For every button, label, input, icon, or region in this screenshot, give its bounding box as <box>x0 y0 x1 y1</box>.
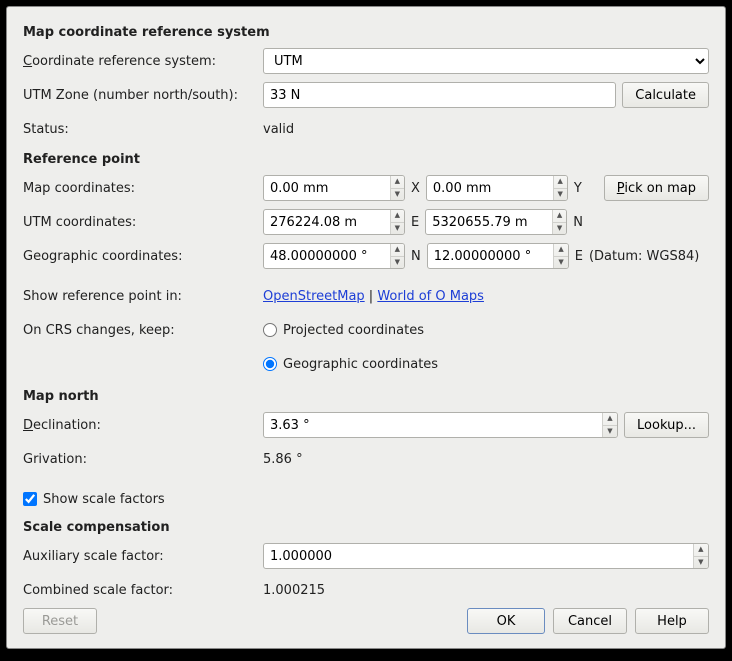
y-suffix: Y <box>574 181 582 196</box>
spin-up-icon[interactable]: ▲ <box>553 210 566 223</box>
declination-input[interactable]: ▲▼ <box>263 412 618 438</box>
radio-geographic-label: Geographic coordinates <box>283 357 438 372</box>
map-coords-label: Map coordinates: <box>23 181 263 196</box>
radio-projected[interactable] <box>263 323 277 337</box>
radio-geographic[interactable] <box>263 357 277 371</box>
link-openstreetmap[interactable]: OpenStreetMap <box>263 289 365 304</box>
geo-lat-input[interactable]: ▲▼ <box>263 243 405 269</box>
utm-n-input[interactable]: ▲▼ <box>425 209 567 235</box>
n-suffix: N <box>573 215 583 230</box>
dialog-button-bar: Reset OK Cancel Help <box>23 608 709 634</box>
show-ref-label: Show reference point in: <box>23 289 263 304</box>
grivation-label: Grivation: <box>23 452 263 467</box>
show-scale-label: Show scale factors <box>43 492 165 507</box>
link-separator: | <box>365 289 378 304</box>
utm-zone-input[interactable] <box>263 82 616 108</box>
ok-button[interactable]: OK <box>467 608 545 634</box>
spin-down-icon[interactable]: ▼ <box>603 426 617 438</box>
combined-scale-label: Combined scale factor: <box>23 583 263 598</box>
status-label: Status: <box>23 122 263 137</box>
utm-zone-label: UTM Zone (number north/south): <box>23 88 263 103</box>
spin-up-icon[interactable]: ▲ <box>603 413 617 426</box>
spin-down-icon[interactable]: ▼ <box>553 223 566 235</box>
reset-button[interactable]: Reset <box>23 608 97 634</box>
e-suffix: E <box>575 249 583 264</box>
utm-coords-label: UTM coordinates: <box>23 215 263 230</box>
show-scale-checkbox[interactable] <box>23 492 37 506</box>
crs-label: Coordinate reference system: <box>23 54 263 69</box>
x-suffix: X <box>411 181 420 196</box>
lookup-button[interactable]: Lookup... <box>624 412 709 438</box>
spin-down-icon[interactable]: ▼ <box>391 189 404 201</box>
spin-up-icon[interactable]: ▲ <box>554 176 567 189</box>
georeferencing-dialog: Map coordinate reference system Coordina… <box>6 6 726 649</box>
aux-scale-input[interactable]: ▲▼ <box>263 543 709 569</box>
spin-up-icon[interactable]: ▲ <box>694 544 708 557</box>
utm-e-input[interactable]: ▲▼ <box>263 209 405 235</box>
calculate-button[interactable]: Calculate <box>622 82 709 108</box>
link-world-of-o[interactable]: World of O Maps <box>377 289 484 304</box>
spin-down-icon[interactable]: ▼ <box>554 189 567 201</box>
spin-up-icon[interactable]: ▲ <box>554 244 567 257</box>
map-x-input[interactable]: ▲▼ <box>263 175 405 201</box>
map-y-input[interactable]: ▲▼ <box>426 175 568 201</box>
radio-projected-label: Projected coordinates <box>283 323 424 338</box>
section-title-scale: Scale compensation <box>23 520 709 535</box>
e-suffix: E <box>411 215 419 230</box>
crs-select[interactable]: UTM <box>263 48 709 74</box>
section-title-north: Map north <box>23 389 709 404</box>
cancel-button[interactable]: Cancel <box>553 608 627 634</box>
spin-down-icon[interactable]: ▼ <box>391 257 404 269</box>
status-value: valid <box>263 119 709 140</box>
declination-label: Declination: <box>23 418 263 433</box>
spin-up-icon[interactable]: ▲ <box>391 244 404 257</box>
n-suffix: N <box>411 249 421 264</box>
spin-down-icon[interactable]: ▼ <box>391 223 404 235</box>
pick-on-map-button[interactable]: Pick on map <box>604 175 709 201</box>
keep-label: On CRS changes, keep: <box>23 323 263 338</box>
grivation-value: 5.86 ° <box>263 449 709 470</box>
combined-scale-value: 1.000215 <box>263 580 709 601</box>
spin-down-icon[interactable]: ▼ <box>554 257 567 269</box>
section-title-crs: Map coordinate reference system <box>23 25 709 40</box>
spin-up-icon[interactable]: ▲ <box>391 210 404 223</box>
help-button[interactable]: Help <box>635 608 709 634</box>
spin-up-icon[interactable]: ▲ <box>391 176 404 189</box>
aux-scale-label: Auxiliary scale factor: <box>23 549 263 564</box>
section-title-ref: Reference point <box>23 152 709 167</box>
geo-lon-input[interactable]: ▲▼ <box>427 243 569 269</box>
datum-text: (Datum: WGS84) <box>589 249 699 264</box>
geo-coords-label: Geographic coordinates: <box>23 249 263 264</box>
spin-down-icon[interactable]: ▼ <box>694 557 708 569</box>
